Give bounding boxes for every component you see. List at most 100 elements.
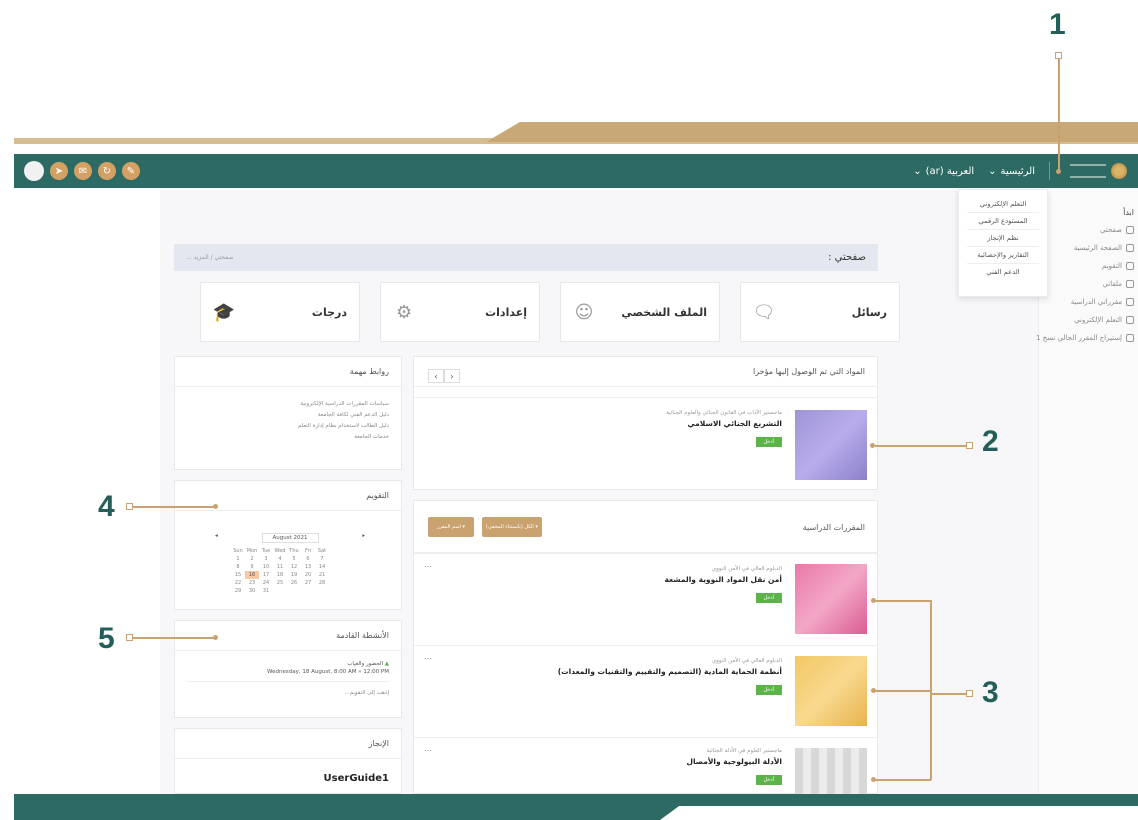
calendar-day[interactable]: 24 <box>259 579 273 587</box>
tile-profile[interactable]: الملف الشخصي ☺ <box>560 282 720 342</box>
breadcrumb-trail[interactable]: صفحتي / المزيد ... <box>186 254 233 261</box>
tile-settings[interactable]: إعدادات ⚙ <box>380 282 540 342</box>
avatar[interactable] <box>24 161 44 181</box>
calendar-day[interactable]: 16 <box>245 571 259 579</box>
calendar-day[interactable]: 10 <box>259 563 273 571</box>
link-item[interactable]: سياسات المقررات الدراسية الإلكترونية <box>187 399 389 410</box>
calendar-day[interactable]: 20 <box>301 571 315 579</box>
sort-button[interactable]: اسم المقرر ▾ <box>428 517 474 537</box>
chat-icon[interactable]: ✉ <box>74 162 92 180</box>
weekday-header: Mon <box>246 548 258 554</box>
sidebar-item-calendar[interactable]: التقويم <box>1039 257 1134 275</box>
sidebar-item-my-page[interactable]: صفحتي <box>1039 221 1134 239</box>
calendar-day[interactable] <box>287 587 301 595</box>
achievement-card: الإنجاز UserGuide1 <box>174 728 402 794</box>
callout-dot <box>871 777 876 782</box>
university-logo[interactable] <box>1064 159 1128 183</box>
link-item[interactable]: خدمات الجامعة <box>187 432 389 443</box>
calendar-grid: Sun Mon Tue Wed Thu Fri Sat 1234567 8 9 10… <box>231 547 329 595</box>
language-menu[interactable]: العربية (ar) ⌄ <box>913 166 974 177</box>
callout-line <box>1058 59 1060 171</box>
callout-number: 2 <box>982 425 999 458</box>
calendar-day[interactable]: 1 <box>231 555 245 563</box>
attendance-icon: ▲ <box>384 661 389 667</box>
calendar-day[interactable] <box>315 587 329 595</box>
more-options-icon[interactable]: … <box>424 560 432 569</box>
enter-course-button[interactable]: أدخل <box>755 437 782 447</box>
calendar-day[interactable]: 23 <box>245 579 259 587</box>
course-name[interactable]: الأدلة البيولوجية والأمصال <box>686 757 782 766</box>
course-name[interactable]: أنظمة الحماية المادية (التصميم والتقييم … <box>558 667 782 676</box>
tile-messages[interactable]: رسائل 🗨 <box>740 282 900 342</box>
chat-bubble-icon: 🗨 <box>752 301 776 323</box>
link-item[interactable]: دليل الدعم الفني لكافة الجامعة <box>187 410 389 421</box>
calendar-day[interactable]: 17 <box>259 571 273 579</box>
achievement-item[interactable]: UserGuide1 <box>175 759 401 784</box>
calendar-day[interactable]: 2 <box>245 555 259 563</box>
course-name[interactable]: التشريع الجنائي الاسلامي <box>666 419 782 428</box>
sidebar-item-home[interactable]: الصفحة الرئيسية <box>1039 239 1134 257</box>
enter-course-button[interactable]: أدخل <box>755 775 782 785</box>
calendar-day[interactable] <box>301 587 315 595</box>
course-thumbnail[interactable] <box>795 410 867 480</box>
enter-course-button[interactable]: أدخل <box>755 685 782 695</box>
more-options-icon[interactable]: … <box>424 744 432 753</box>
calendar-day[interactable]: 12 <box>287 563 301 571</box>
course-name[interactable]: أمن نقل المواد النووية والمشعة <box>664 575 782 584</box>
calendar-day[interactable]: 22 <box>231 579 245 587</box>
calendar-day[interactable]: 9 <box>245 563 259 571</box>
home-menu[interactable]: الرئيسية ⌄ <box>988 166 1035 177</box>
calendar-day[interactable]: 13 <box>301 563 315 571</box>
dashboard-icon <box>1126 226 1134 234</box>
link-item[interactable]: دليل الطالب لاستخدام نظام إدارة التعلم <box>187 421 389 432</box>
calendar-day[interactable]: 27 <box>301 579 315 587</box>
right-sidebar: ابدأ صفحتي الصفحة الرئيسية التقويم ملفات… <box>1036 190 1138 794</box>
go-to-calendar-link[interactable]: إذهب إلى التقويم... <box>187 681 389 704</box>
sidebar-item-files[interactable]: ملفاتي <box>1039 275 1134 293</box>
calendar-day[interactable] <box>273 587 287 595</box>
calendar-day[interactable]: 5 <box>287 555 301 563</box>
next-arrow-button[interactable]: › <box>444 369 460 383</box>
message-icon[interactable]: ✎ <box>122 162 140 180</box>
filter-button[interactable]: الكل (باستثناء المخفي) ▾ <box>482 517 542 537</box>
calendar-day[interactable]: 30 <box>245 587 259 595</box>
calendar-day[interactable]: 26 <box>287 579 301 587</box>
calendar-day[interactable]: 19 <box>287 571 301 579</box>
calendar-day[interactable]: 14 <box>315 563 329 571</box>
dropdown-item[interactable]: التقارير والإحصائية <box>967 247 1039 264</box>
dropdown-item[interactable]: التعلم الإلكتروني <box>967 196 1039 213</box>
prev-month-button[interactable]: ◂ <box>215 533 218 543</box>
calendar-day[interactable]: 3 <box>259 555 273 563</box>
calendar-day[interactable]: 29 <box>231 587 245 595</box>
recent-courses-card: المواد التي تم الوصول إليها مؤخرا ‹ › ما… <box>413 356 878 490</box>
course-thumbnail[interactable] <box>795 748 867 796</box>
tile-grades[interactable]: درجات 🎓 <box>200 282 360 342</box>
event-name[interactable]: ▲ الحضور والغياب <box>187 661 389 667</box>
dropdown-item[interactable]: نظم الإنجاز <box>967 230 1039 247</box>
dropdown-item[interactable]: الدعم الفني <box>967 264 1039 280</box>
next-month-button[interactable]: ▸ <box>362 533 365 543</box>
calendar-day[interactable]: 21 <box>315 571 329 579</box>
course-thumbnail[interactable] <box>795 564 867 634</box>
dropdown-item[interactable]: المستودع الرقمي <box>967 213 1039 230</box>
calendar-day[interactable]: 18 <box>273 571 287 579</box>
calendar-day[interactable]: 15 <box>231 571 245 579</box>
send-icon[interactable]: ➤ <box>50 162 68 180</box>
refresh-icon[interactable]: ↻ <box>98 162 116 180</box>
prev-arrow-button[interactable]: ‹ <box>428 369 444 383</box>
calendar-day[interactable]: 7 <box>315 555 329 563</box>
calendar-day[interactable]: 8 <box>231 563 245 571</box>
sidebar-item-elearning[interactable]: التعلم الإلكتروني <box>1039 311 1134 329</box>
calendar-day[interactable]: 11 <box>273 563 287 571</box>
more-options-icon[interactable]: … <box>424 652 432 661</box>
sidebar-item-restore[interactable]: إستيراج المقرر الحالي نسخ 1 <box>1036 329 1134 347</box>
enter-course-button[interactable]: أدخل <box>755 593 782 603</box>
calendar-day[interactable]: 31 <box>259 587 273 595</box>
calendar-day[interactable]: 28 <box>315 579 329 587</box>
calendar-day[interactable]: 25 <box>273 579 287 587</box>
calendar-day[interactable]: 6 <box>301 555 315 563</box>
sidebar-item-courses[interactable]: مقرراتي الدراسية <box>1039 293 1134 311</box>
top-navbar: ➤ ✉ ↻ ✎ الرئيسية ⌄ العربية (ar) ⌄ <box>14 154 1138 188</box>
calendar-day[interactable]: 4 <box>273 555 287 563</box>
course-thumbnail[interactable] <box>795 656 867 726</box>
